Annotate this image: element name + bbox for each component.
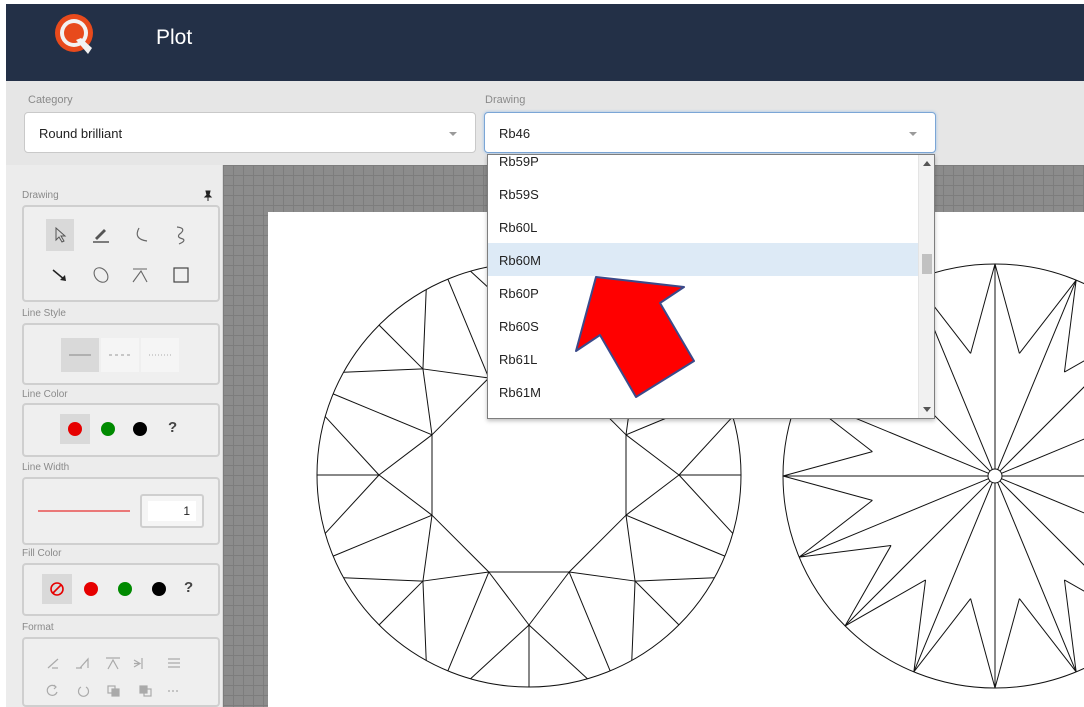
drawing-tools	[22, 205, 220, 302]
line-width-label: Line Width	[22, 462, 70, 473]
arrow-line-icon	[52, 269, 66, 281]
red-swatch	[84, 582, 98, 596]
dashed-line-button[interactable]	[101, 338, 139, 372]
rectangle-icon	[173, 267, 189, 283]
dashed-line-icon	[109, 354, 131, 356]
drawing-select-label: Drawing	[485, 94, 526, 106]
ellipse-icon	[93, 267, 109, 283]
drawing-select-value: Rb46	[499, 126, 531, 141]
fill-color-red[interactable]	[76, 574, 106, 604]
dotted-line-icon	[149, 354, 171, 356]
category-select[interactable]: Round brilliant	[24, 112, 476, 153]
pin-icon[interactable]	[203, 190, 213, 202]
page-title: Plot	[156, 26, 193, 49]
arrow-line-tool[interactable]	[46, 259, 74, 291]
chevron-down-icon	[449, 132, 457, 136]
fill-color-custom[interactable]: ?	[184, 579, 193, 596]
no-fill-icon	[50, 582, 64, 596]
pointer-tool[interactable]	[46, 219, 74, 251]
dropdown-option[interactable]: Rb61M	[488, 375, 918, 408]
selector-bar: Category Round brilliant Drawing Rb46	[6, 81, 1084, 165]
drawing-section-label: Drawing	[22, 190, 59, 201]
dropdown-option[interactable]: Rb61L	[488, 342, 918, 375]
line-color-red[interactable]	[60, 414, 90, 444]
dropdown-option[interactable]: Rb60L	[488, 210, 918, 243]
angle-icon	[132, 268, 148, 283]
fill-color-label: Fill Color	[22, 548, 62, 559]
line-color-custom[interactable]: ?	[168, 419, 177, 436]
angle-tool[interactable]	[126, 259, 154, 291]
fill-color-box: ?	[22, 563, 220, 616]
dotted-line-button[interactable]	[141, 338, 179, 372]
fill-color-black[interactable]	[144, 574, 174, 604]
pencil-tool[interactable]	[87, 219, 115, 251]
category-label: Category	[28, 94, 73, 106]
scrollbar-thumb[interactable]	[922, 254, 932, 274]
tool-panel: Drawing Line Style Line Color ? Line Wid…	[6, 165, 223, 707]
solid-line-button[interactable]	[61, 338, 99, 372]
pointer-icon	[55, 227, 67, 243]
pencil-icon	[93, 229, 109, 243]
chevron-down-icon	[909, 132, 917, 136]
dropdown-option[interactable]: Rb59S	[488, 177, 918, 210]
format-icons-row2	[46, 684, 180, 697]
annotation-arrow-icon	[575, 276, 695, 398]
rectangle-tool[interactable]	[167, 259, 195, 291]
dropdown-option[interactable]: Rb60P	[488, 276, 918, 309]
ellipse-tool[interactable]	[87, 259, 115, 291]
red-swatch	[68, 422, 82, 436]
line-color-black[interactable]	[125, 414, 155, 444]
dropdown-scrollbar[interactable]	[918, 155, 934, 418]
scroll-up-icon[interactable]	[923, 161, 931, 166]
black-swatch	[152, 582, 166, 596]
line-width-stepper[interactable]: 1	[140, 494, 204, 528]
line-color-green[interactable]	[93, 414, 123, 444]
black-swatch	[133, 422, 147, 436]
solid-line-icon	[69, 354, 91, 356]
line-width-preview	[38, 510, 130, 512]
line-style-label: Line Style	[22, 308, 66, 319]
scroll-down-icon[interactable]	[923, 407, 931, 412]
curve-tool[interactable]	[167, 219, 195, 251]
green-swatch	[118, 582, 132, 596]
arc-icon	[136, 227, 148, 242]
drawing-select[interactable]: Rb46	[484, 112, 936, 153]
line-style-box	[22, 323, 220, 385]
drawing-dropdown-list[interactable]: Rb59P Rb59S Rb60L Rb60M Rb60P Rb60S Rb61L Rb61M	[487, 154, 935, 419]
format-icons-row1	[47, 657, 180, 670]
format-box	[22, 637, 220, 707]
curve-icon	[176, 226, 185, 245]
line-color-label: Line Color	[22, 389, 68, 400]
line-width-box: 1	[22, 477, 220, 545]
app-logo	[55, 14, 93, 54]
app-header: Plot	[6, 4, 1084, 81]
format-label: Format	[22, 622, 54, 633]
arc-tool[interactable]	[126, 219, 154, 251]
dropdown-option[interactable]: Rb60S	[488, 309, 918, 342]
line-width-input[interactable]: 1	[148, 501, 196, 521]
fill-none-button[interactable]	[42, 574, 72, 604]
green-swatch	[101, 422, 115, 436]
app-window: Plot Category Round brilliant Drawing Rb…	[0, 0, 1084, 707]
dropdown-option[interactable]: Rb59P	[488, 155, 918, 177]
line-color-box: ?	[22, 403, 220, 457]
category-value: Round brilliant	[39, 126, 123, 141]
fill-color-green[interactable]	[110, 574, 140, 604]
dropdown-option[interactable]: Rb60M	[488, 243, 918, 276]
